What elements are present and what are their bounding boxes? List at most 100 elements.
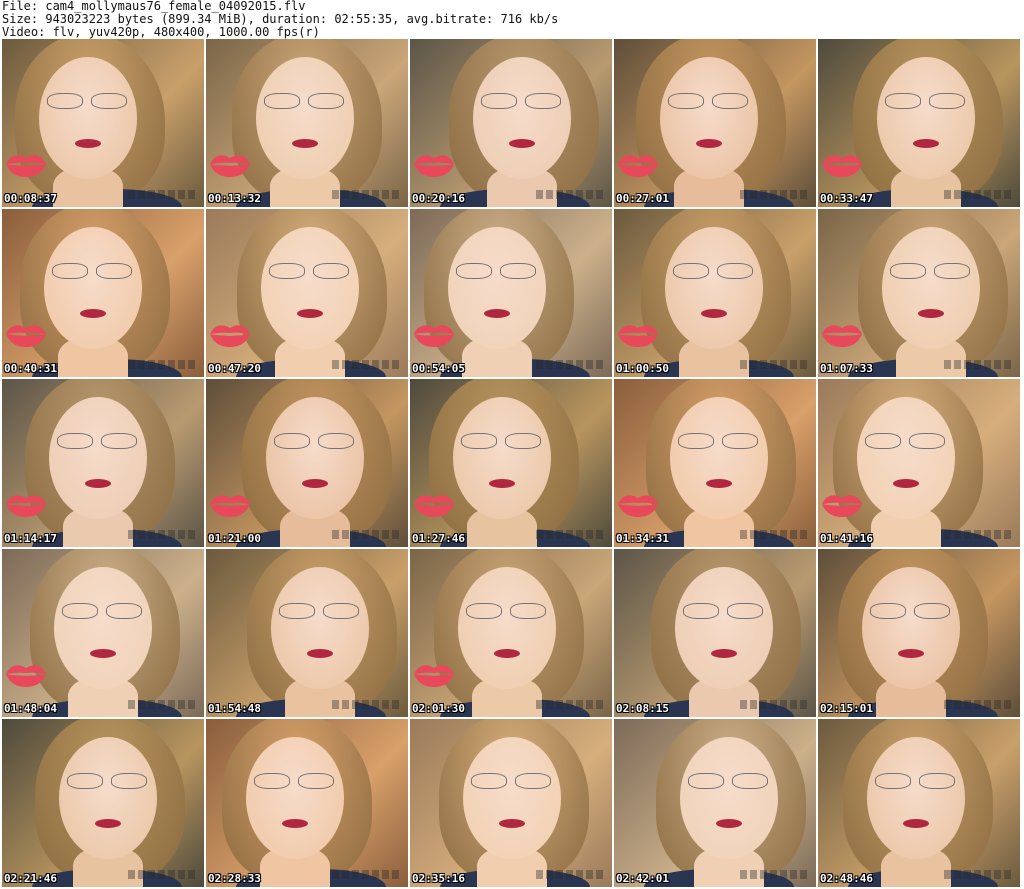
thumbnail-timestamp: 01:41:16 [820,532,873,545]
face-shape [448,227,546,349]
glasses-lens [274,433,310,449]
video-thumbnail: 02:28:33 [206,719,408,887]
thumbnail-timestamp: 00:54:05 [412,362,465,375]
kiss-lips-icon [414,325,454,347]
face-shape [463,737,561,859]
thumbnail-timestamp: 01:48:04 [4,702,57,715]
glasses-lens [52,263,88,279]
thumbnail-timestamp: 01:21:00 [208,532,261,545]
glasses-lens [67,773,103,789]
glasses-lens [732,773,768,789]
kiss-lips-icon [618,495,658,517]
thumbnail-timestamp: 00:33:47 [820,192,873,205]
lips-shape [499,819,525,828]
thumbnail-timestamp: 02:42:01 [616,872,669,885]
video-thumbnail: 00:47:20 [206,209,408,377]
glasses-lens [101,433,137,449]
glasses-lens [466,603,502,619]
glasses-lens [870,603,906,619]
glasses-lens [934,263,970,279]
glasses-lens [722,433,758,449]
glasses-lens [515,773,551,789]
face-shape [670,397,768,519]
face-shape [882,227,980,349]
webcam-date-stamp [332,700,402,709]
video-thumbnail: 00:40:31 [2,209,204,377]
glasses-lens [298,773,334,789]
glasses-lens [505,433,541,449]
lips-shape [75,139,101,148]
kiss-lips-icon [6,155,46,177]
webcam-date-stamp [740,700,810,709]
glasses-lens [683,603,719,619]
lips-shape [898,649,924,658]
webcam-date-stamp [740,530,810,539]
glasses-lens [885,93,921,109]
lips-shape [95,819,121,828]
webcam-date-stamp [332,530,402,539]
kiss-lips-icon [822,495,862,517]
face-shape [261,227,359,349]
glasses-lens [318,433,354,449]
webcam-date-stamp [944,700,1014,709]
glasses-lens [890,263,926,279]
face-shape [59,737,157,859]
lips-shape [80,309,106,318]
thumbnail-timestamp: 00:47:20 [208,362,261,375]
glasses-lens [678,433,714,449]
lips-shape [918,309,944,318]
lips-shape [484,309,510,318]
thumbnail-timestamp: 00:20:16 [412,192,465,205]
glasses-lens [717,263,753,279]
thumbnail-timestamp: 02:08:15 [616,702,669,715]
video-info-line: Video: flv, yuv420p, 480x400, 1000.00 fp… [2,26,320,39]
video-thumbnail: 01:54:48 [206,549,408,717]
thumbnail-timestamp: 00:40:31 [4,362,57,375]
glasses-lens [254,773,290,789]
video-thumbnail: 02:35:16 [410,719,612,887]
glasses-lens [269,263,305,279]
video-thumbnail: 01:34:31 [614,379,816,547]
webcam-date-stamp [128,190,198,199]
face-shape [44,227,142,349]
thumbnail-timestamp: 01:54:48 [208,702,261,715]
thumbnail-timestamp: 01:07:33 [820,362,873,375]
video-thumbnail: 01:48:04 [2,549,204,717]
webcam-date-stamp [128,360,198,369]
video-thumbnail: 02:08:15 [614,549,816,717]
face-shape [266,397,364,519]
webcam-date-stamp [332,360,402,369]
lips-shape [489,479,515,488]
glasses-lens [62,603,98,619]
glasses-lens [914,603,950,619]
glasses-lens [875,773,911,789]
thumbnail-timestamp: 02:35:16 [412,872,465,885]
thumbnail-timestamp: 01:34:31 [616,532,669,545]
video-thumbnail: 01:07:33 [818,209,1020,377]
webcam-date-stamp [536,530,606,539]
webcam-date-stamp [740,360,810,369]
lips-shape [903,819,929,828]
video-thumbnail: 01:21:00 [206,379,408,547]
webcam-date-stamp [944,870,1014,879]
webcam-date-stamp [536,870,606,879]
face-shape [458,567,556,689]
video-thumbnail: 00:54:05 [410,209,612,377]
video-thumbnail: 02:42:01 [614,719,816,887]
face-shape [867,737,965,859]
webcam-date-stamp [128,700,198,709]
webcam-date-stamp [128,870,198,879]
lips-shape [494,649,520,658]
face-shape [49,397,147,519]
thumbnail-timestamp: 01:00:50 [616,362,669,375]
glasses-lens [712,93,748,109]
face-shape [857,397,955,519]
glasses-lens [111,773,147,789]
webcam-date-stamp [332,870,402,879]
thumbnail-timestamp: 02:01:30 [412,702,465,715]
face-shape [675,567,773,689]
kiss-lips-icon [414,495,454,517]
kiss-lips-icon [618,155,658,177]
face-shape [453,397,551,519]
lips-shape [696,139,722,148]
